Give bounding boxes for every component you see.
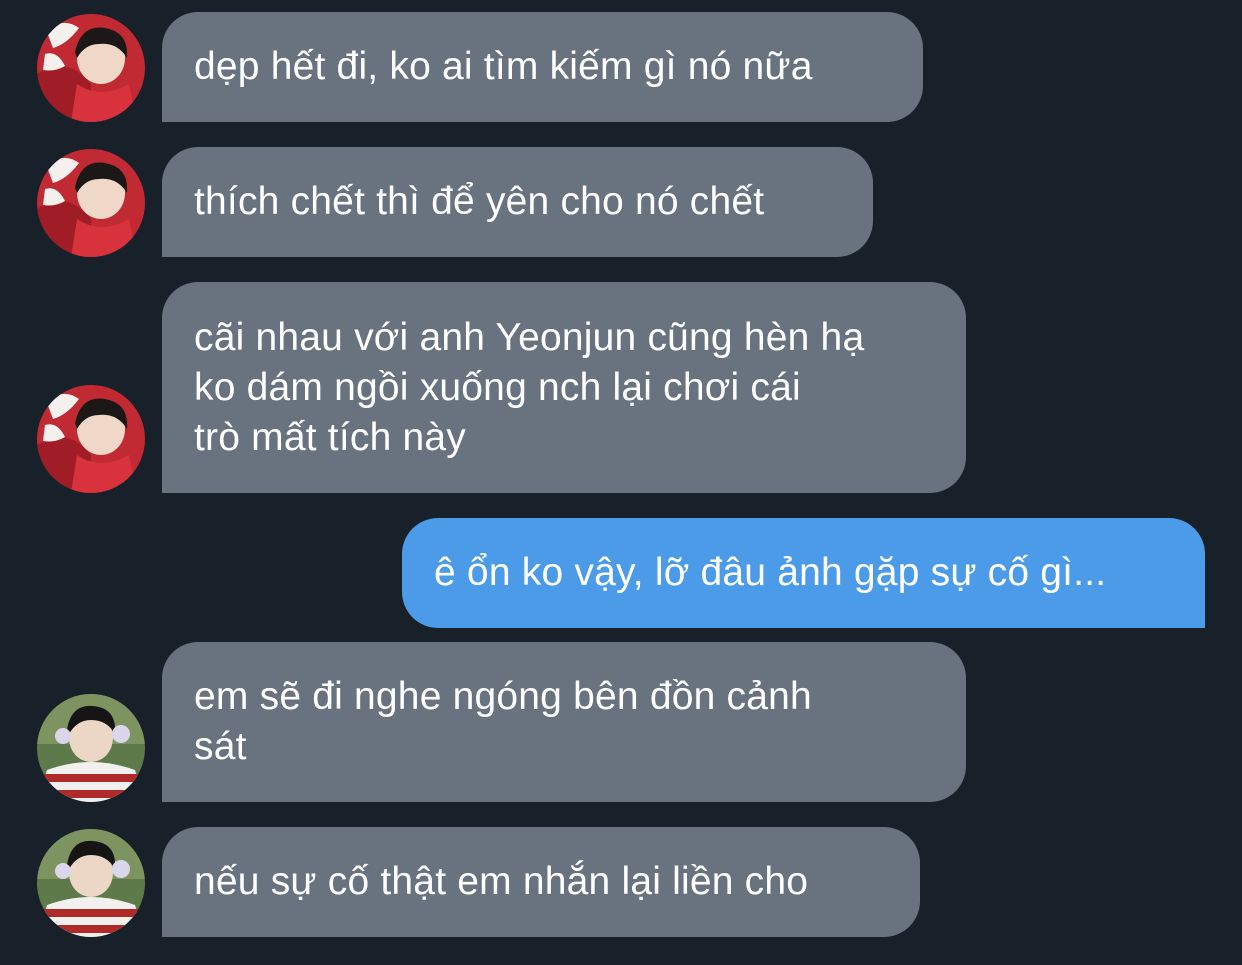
profile-photo-striped-sweater (37, 694, 145, 802)
avatar[interactable] (37, 14, 145, 122)
message-text: em sẽ đi nghe ngóng bên đồn cảnh sát (194, 675, 812, 768)
avatar[interactable] (37, 694, 145, 802)
message-text: ê ổn ko vậy, lỡ đâu ảnh gặp sự cố gì... (434, 551, 1107, 594)
message-bubble-incoming[interactable]: cãi nhau với anh Yeonjun cũng hèn hạ ko … (162, 282, 966, 493)
profile-photo-red-outfit (37, 385, 145, 493)
profile-photo-red-outfit (37, 149, 145, 257)
message-text: nếu sự cố thật em nhắn lại liền cho (194, 860, 809, 903)
avatar[interactable] (37, 385, 145, 493)
message-text: dẹp hết đi, ko ai tìm kiếm gì nó nữa (194, 45, 813, 88)
message-text: thích chết thì để yên cho nó chết (194, 180, 765, 223)
message-bubble-outgoing[interactable]: ê ổn ko vậy, lỡ đâu ảnh gặp sự cố gì... (402, 518, 1205, 628)
message-bubble-incoming[interactable]: dẹp hết đi, ko ai tìm kiếm gì nó nữa (162, 12, 923, 122)
avatar[interactable] (37, 149, 145, 257)
chat-thread: dẹp hết đi, ko ai tìm kiếm gì nó nữa thí… (0, 0, 1242, 965)
avatar[interactable] (37, 829, 145, 937)
message-bubble-incoming[interactable]: thích chết thì để yên cho nó chết (162, 147, 873, 257)
profile-photo-red-outfit (37, 14, 145, 122)
profile-photo-striped-sweater (37, 829, 145, 937)
message-text: cãi nhau với anh Yeonjun cũng hèn hạ ko … (194, 315, 865, 459)
message-bubble-incoming[interactable]: nếu sự cố thật em nhắn lại liền cho (162, 827, 920, 937)
message-bubble-incoming[interactable]: em sẽ đi nghe ngóng bên đồn cảnh sát (162, 642, 966, 802)
